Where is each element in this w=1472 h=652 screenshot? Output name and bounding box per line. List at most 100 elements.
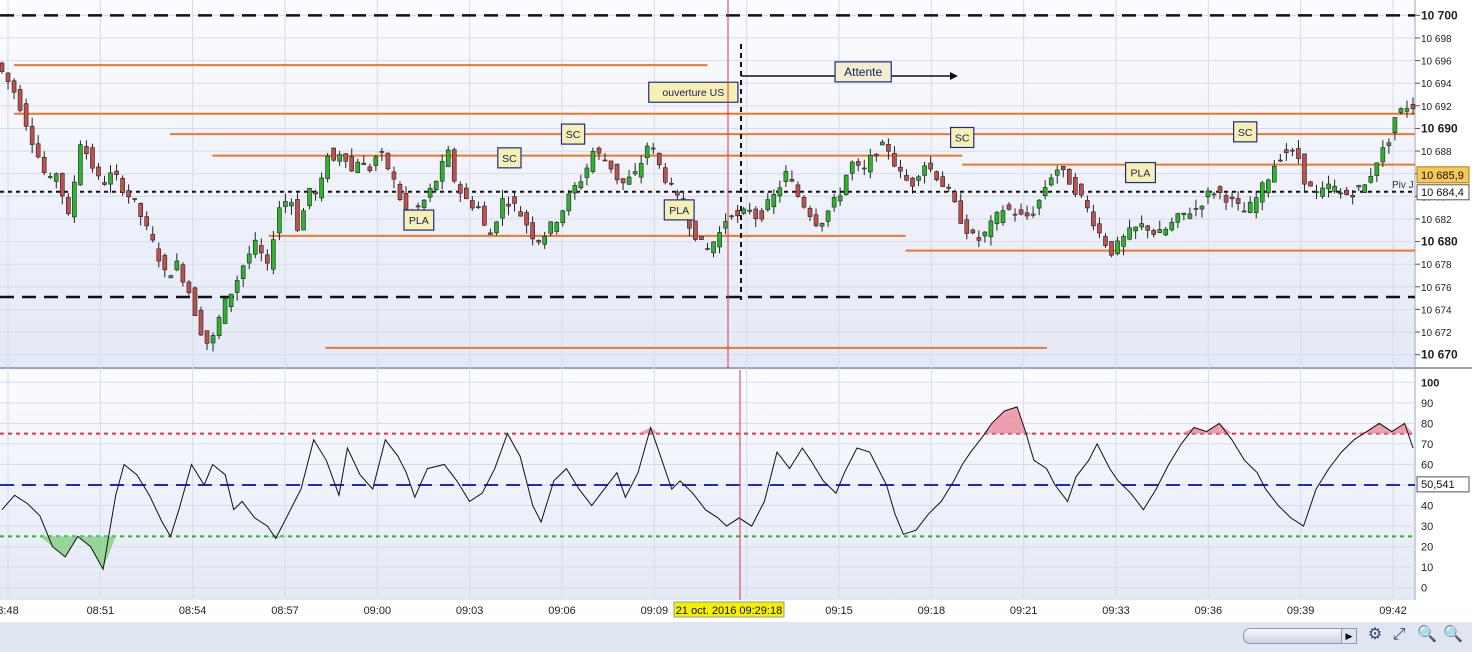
annotation-label: SC: [1238, 127, 1253, 139]
zoom-in-icon[interactable]: 🔍: [1442, 624, 1464, 646]
bear-candle: [258, 245, 264, 254]
bull-candle: [1211, 193, 1217, 196]
bear-candle: [662, 167, 668, 183]
bear-candle: [952, 191, 958, 203]
bull-candle: [849, 161, 855, 174]
time-tick-label: 08:54: [179, 605, 207, 617]
zoom-fit-icon[interactable]: ⤢: [1388, 624, 1410, 646]
rsi-tick-label: 0: [1421, 583, 1427, 595]
zoom-out-icon[interactable]: 🔍: [1416, 624, 1438, 646]
bear-candle: [1308, 181, 1313, 187]
price-tick-label: 10 700: [1421, 8, 1458, 22]
bear-candle: [1338, 192, 1343, 195]
bull-candle: [168, 275, 174, 279]
bull-candle: [234, 280, 240, 293]
bull-candle: [210, 335, 216, 344]
bear-candle: [1344, 189, 1349, 196]
bull-candle: [765, 199, 771, 211]
annotation-label: SC: [502, 153, 517, 165]
bull-candle: [246, 253, 252, 264]
bear-candle: [1241, 210, 1247, 213]
bull-candle: [868, 155, 873, 173]
bull-candle: [1030, 213, 1036, 216]
bull-candle: [783, 171, 789, 182]
bear-candle: [415, 205, 421, 208]
price-tick-label: 10 672: [1421, 328, 1452, 339]
bull-candle: [994, 212, 1000, 225]
bull-candle: [476, 206, 481, 209]
bear-candle: [1024, 212, 1030, 217]
bull-candle: [1133, 226, 1138, 232]
bear-candle: [1284, 149, 1289, 154]
bull-candle: [445, 149, 451, 167]
bull-candle: [632, 171, 638, 175]
bear-candle: [614, 163, 620, 181]
bull-candle: [1175, 213, 1181, 223]
rsi-tick-label: 100: [1421, 377, 1439, 389]
bear-candle: [813, 214, 819, 227]
scroll-right-button[interactable]: ▶: [1341, 628, 1357, 644]
bull-candle: [584, 167, 590, 178]
price-tick-label: 10 694: [1421, 79, 1452, 90]
time-tick-label: 09:18: [918, 605, 946, 617]
bear-candle: [699, 236, 704, 240]
time-tick-label: 09:36: [1195, 605, 1223, 617]
trading-chart[interactable]: 8:48 08:51 08:54 08:57 09:00 09:03 09:06 09:09 0…: [0, 0, 1472, 652]
bull-candle: [560, 210, 566, 224]
chart-settings-icon[interactable]: ⚙: [1364, 624, 1386, 646]
bear-candle: [1151, 230, 1157, 235]
time-scrollbar[interactable]: [1243, 628, 1357, 644]
bear-candle: [265, 254, 270, 264]
bull-candle: [1157, 229, 1163, 233]
bear-candle: [934, 171, 939, 181]
price-panel: [0, 0, 1415, 368]
bear-candle: [1012, 213, 1018, 216]
bull-candle: [1380, 147, 1386, 163]
bear-candle: [120, 177, 125, 193]
price-tick-label: 10 688: [1421, 147, 1452, 158]
time-tick-label: 09:33: [1102, 605, 1130, 617]
bull-candle: [626, 176, 632, 185]
bull-candle: [1187, 213, 1193, 219]
annotation-label: SC: [566, 129, 581, 141]
bear-candle: [801, 197, 807, 208]
bear-candle: [807, 208, 813, 217]
bull-candle: [880, 141, 885, 146]
bull-candle: [554, 222, 560, 232]
bull-candle: [289, 202, 294, 207]
bull-candle: [1121, 236, 1126, 247]
bull-candle: [1247, 201, 1253, 213]
bear-candle: [1302, 153, 1307, 185]
bear-candle: [1109, 241, 1114, 256]
bear-candle: [367, 166, 373, 171]
bear-candle: [1006, 204, 1012, 210]
rsi-tick-label: 80: [1421, 418, 1433, 430]
bear-candle: [675, 191, 680, 196]
bear-candle: [904, 175, 909, 181]
annotation-label: PLA: [669, 205, 689, 217]
bear-candle: [512, 196, 517, 204]
bull-candle: [433, 180, 439, 191]
bull-candle: [1290, 149, 1295, 152]
bull-candle: [373, 156, 379, 166]
bull-candle: [500, 198, 505, 219]
bull-candle: [825, 210, 831, 222]
bull-candle: [108, 172, 113, 185]
bear-candle: [898, 166, 903, 172]
bear-candle: [886, 143, 891, 152]
bull-candle: [1163, 228, 1169, 236]
time-tick-label: 08:51: [87, 605, 115, 617]
bear-candle: [186, 281, 192, 294]
bear-candle: [795, 184, 801, 197]
bull-candle: [1127, 227, 1132, 240]
bear-candle: [1223, 195, 1229, 203]
bear-candle: [946, 186, 951, 189]
annotation-label: ouverture US: [662, 87, 724, 99]
bull-candle: [922, 165, 927, 176]
bull-candle: [337, 154, 342, 162]
rsi-tick-label: 90: [1421, 398, 1433, 410]
price-tick-label: 10 692: [1421, 102, 1452, 113]
bull-candle: [494, 221, 499, 234]
bear-candle: [524, 212, 529, 226]
price-tick-label: 10 696: [1421, 57, 1452, 68]
